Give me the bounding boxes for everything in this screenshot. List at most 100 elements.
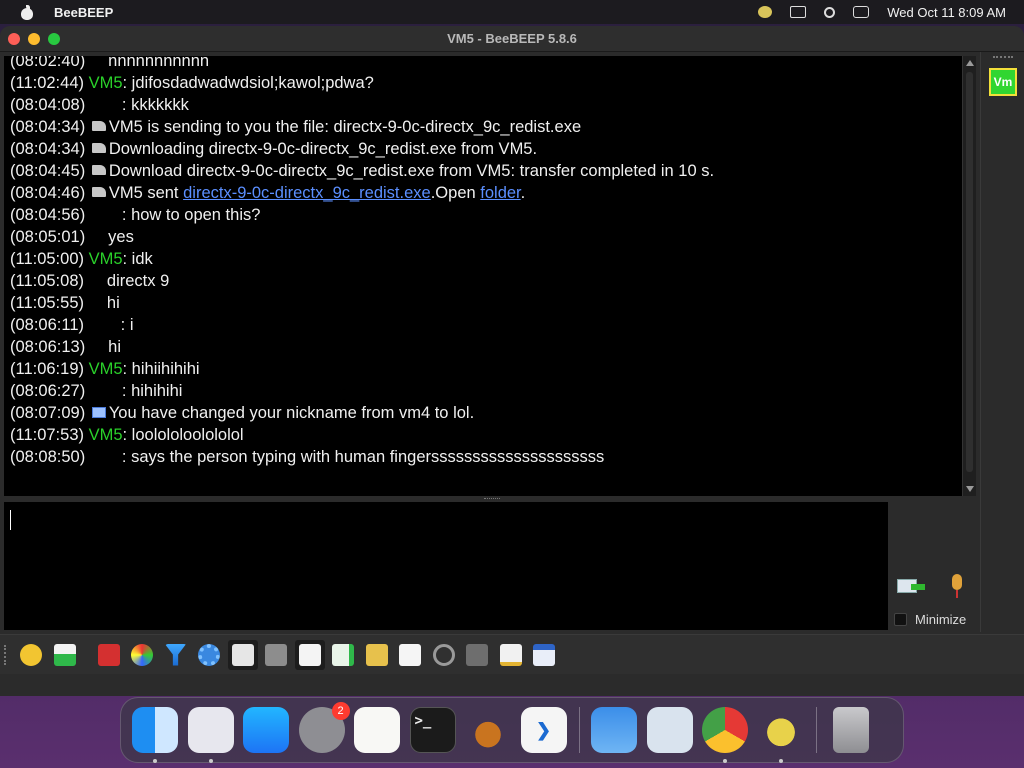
- message-timestamp: (08:02:40): [10, 56, 90, 70]
- window-title: VM5 - BeeBEEP 5.8.6: [447, 31, 577, 46]
- message-timestamp: (08:04:45): [10, 162, 90, 180]
- chat-message: (08:06:11) : i: [4, 314, 962, 336]
- screen-share-button[interactable]: [462, 640, 492, 670]
- search-icon[interactable]: [824, 6, 836, 18]
- screenshot-button[interactable]: [429, 640, 459, 670]
- detach-window-button[interactable]: [529, 640, 559, 670]
- beebeep-window: VM5 - BeeBEEP 5.8.6 (08:02:40) nnnnnnnnn…: [0, 26, 1024, 696]
- note-icon: [298, 643, 321, 666]
- spellcheck-icon: [231, 643, 254, 666]
- voice-message-icon[interactable]: [948, 574, 966, 600]
- minimize-window-button[interactable]: [28, 32, 40, 45]
- minimize-label: Minimize: [915, 612, 967, 627]
- minimize-checkbox[interactable]: [894, 613, 907, 626]
- send-folder-button[interactable]: [362, 640, 392, 670]
- dock-weather[interactable]: [590, 706, 638, 754]
- chrome-icon: [702, 707, 748, 753]
- apple-menu-icon[interactable]: [20, 4, 34, 20]
- preview-icon: [646, 707, 693, 753]
- color-palette-button[interactable]: [127, 640, 157, 670]
- user-avatar-vm5[interactable]: Vm: [989, 68, 1017, 96]
- toolbar-handle[interactable]: [4, 644, 10, 665]
- scroll-down-arrow-icon[interactable]: [966, 486, 974, 492]
- dock-app-store[interactable]: [242, 706, 290, 754]
- message-text: : hihihihi: [89, 382, 183, 400]
- close-window-button[interactable]: [8, 32, 20, 45]
- dock-vscode[interactable]: ❯: [520, 706, 568, 754]
- settings-button[interactable]: [194, 640, 224, 670]
- code-button[interactable]: [395, 640, 425, 670]
- beebeep-tray-icon[interactable]: [758, 6, 773, 18]
- message-sender: VM5: [88, 426, 123, 444]
- message-text: VM5 sent: [108, 184, 184, 202]
- vscode-logo-icon: ❯: [535, 720, 552, 740]
- dock-chrome[interactable]: [701, 706, 749, 763]
- message-sender: VM5: [88, 250, 123, 268]
- font-icon: [97, 643, 120, 666]
- dock-terminal[interactable]: >_: [409, 706, 457, 754]
- chat-toolbar: [0, 634, 1024, 674]
- dock-trash[interactable]: [827, 706, 875, 754]
- scrollbar-thumb[interactable]: [966, 72, 973, 472]
- color-palette-icon: [131, 643, 153, 666]
- edit-button[interactable]: [496, 640, 526, 670]
- status-bar: [0, 676, 1024, 696]
- message-text: : says the person typing with human fing…: [89, 448, 605, 466]
- screen-share-icon: [466, 643, 488, 666]
- note-button[interactable]: [294, 639, 325, 670]
- font-button[interactable]: [94, 640, 124, 670]
- message-timestamp: (08:06:27): [10, 382, 90, 400]
- dock-beebeep[interactable]: [757, 706, 805, 763]
- message-timestamp: (11:02:44): [10, 74, 89, 92]
- app-menu[interactable]: BeeBEEP: [54, 5, 113, 20]
- chat-history[interactable]: (08:02:40) nnnnnnnnnnn (11:02:44) VM5: jd…: [4, 56, 962, 496]
- finder-icon: [132, 707, 178, 753]
- dock-system-settings[interactable]: 2: [298, 702, 350, 754]
- minimize-option[interactable]: Minimize: [894, 612, 966, 627]
- scroll-up-arrow-icon[interactable]: [966, 60, 974, 66]
- zoom-window-button[interactable]: [48, 32, 60, 45]
- dock-preview[interactable]: [646, 706, 694, 754]
- file-transfer-icon: [91, 187, 106, 197]
- edit-icon: [499, 643, 522, 666]
- dock-launchpad[interactable]: [187, 706, 235, 763]
- message-sender: VM5: [88, 74, 123, 92]
- chat-scrollbar[interactable]: [962, 56, 976, 496]
- send-folder-icon: [365, 643, 388, 666]
- dock-garageband[interactable]: [464, 706, 512, 754]
- emoticons-icon: [20, 643, 42, 666]
- window-switcher-icon[interactable]: [790, 6, 807, 18]
- input-actions: Minimize: [888, 502, 976, 630]
- filter-button[interactable]: [161, 640, 191, 670]
- dock-finder[interactable]: [131, 706, 179, 763]
- menu-clock[interactable]: Wed Oct 11 8:09 AM: [887, 5, 1006, 20]
- message-timestamp: (08:07:09): [10, 404, 90, 422]
- garageband-icon: [465, 707, 511, 753]
- message-input[interactable]: [4, 502, 888, 630]
- message-text: : loolololoolololol: [122, 426, 244, 444]
- chat-message: (11:05:08) directx 9: [4, 270, 962, 292]
- control-center-icon[interactable]: [853, 6, 870, 18]
- file-transfer-icon: [91, 165, 106, 175]
- title-bar[interactable]: VM5 - BeeBEEP 5.8.6: [0, 26, 1024, 52]
- message-timestamp: (11:05:00): [10, 250, 89, 268]
- send-message-icon[interactable]: [897, 576, 925, 598]
- chat-message: (11:06:19) VM5: hihiihihihi: [4, 358, 962, 380]
- emoticons-button[interactable]: [16, 640, 46, 670]
- app-store-icon: [243, 707, 289, 753]
- open-folder-link[interactable]: folder: [480, 184, 520, 202]
- file-link[interactable]: directx-9-0c-directx_9c_redist.exe: [183, 184, 431, 202]
- settings-icon: [198, 643, 220, 666]
- export-icon: [332, 643, 354, 666]
- textedit-icon: [354, 707, 400, 753]
- nickname-change-icon: [91, 407, 106, 418]
- dictionary-icon: [265, 643, 287, 666]
- spellcheck-button[interactable]: [227, 639, 258, 670]
- beebeep-icon: [757, 707, 804, 753]
- export-button[interactable]: [328, 640, 358, 670]
- dictionary-button[interactable]: [261, 640, 291, 670]
- dock-textedit[interactable]: [353, 706, 401, 754]
- message-text: .Open: [430, 184, 481, 202]
- message-text: : i: [88, 316, 134, 334]
- mail-button[interactable]: [50, 640, 80, 670]
